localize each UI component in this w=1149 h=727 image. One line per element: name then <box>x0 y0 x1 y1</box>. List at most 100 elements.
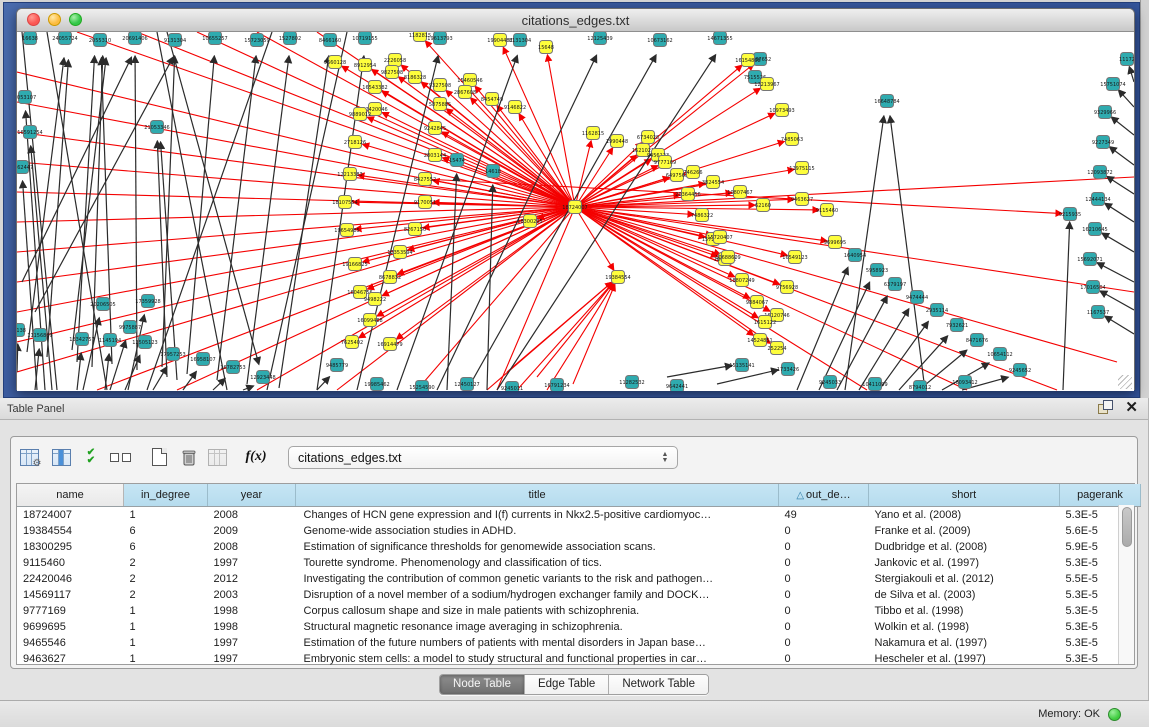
delete-columns-icon[interactable] <box>177 445 201 469</box>
row-display-icon[interactable] <box>108 445 132 469</box>
table-cell[interactable]: 22420046 <box>17 571 124 587</box>
table-cell[interactable]: 9115460 <box>17 555 124 571</box>
network-table-selector[interactable]: citations_edges.txt ▲▼ <box>288 446 678 469</box>
table-row[interactable]: 1872400712008Changes of HCN gene express… <box>17 507 1141 524</box>
table-cell[interactable]: 2 <box>124 587 208 603</box>
table-cell[interactable]: Estimation of the future numbers of pati… <box>296 635 779 651</box>
table-row[interactable]: 1456911722003Disruption of a novel membe… <box>17 587 1141 603</box>
table-cell[interactable]: 14569117 <box>17 587 124 603</box>
table-cell[interactable]: 0 <box>779 523 869 539</box>
table-cell[interactable]: Hescheler et al. (1997) <box>869 651 1060 667</box>
table-cell[interactable]: 0 <box>779 539 869 555</box>
table-cell[interactable]: 2003 <box>208 587 296 603</box>
table-row[interactable]: 1830029562008Estimation of significance … <box>17 539 1141 555</box>
table-cell[interactable]: 2008 <box>208 539 296 555</box>
table-cell[interactable]: 1997 <box>208 635 296 651</box>
table-cell[interactable]: Investigating the contribution of common… <box>296 571 779 587</box>
table-cell[interactable]: 9699695 <box>17 619 124 635</box>
table-cell[interactable]: 6 <box>124 523 208 539</box>
new-column-icon[interactable] <box>147 445 171 469</box>
table-cell[interactable]: Stergiakouli et al. (2012) <box>869 571 1060 587</box>
table-cell[interactable]: Structural magnetic resonance image aver… <box>296 619 779 635</box>
graph-nodes[interactable]: 1663824055724205531020691406913130410655… <box>17 32 1134 391</box>
table-cell[interactable]: Disruption of a novel member of a sodium… <box>296 587 779 603</box>
column-header-short[interactable]: short <box>869 484 1060 507</box>
table-cell[interactable]: de Silva et al. (2003) <box>869 587 1060 603</box>
table-cell[interactable]: 6 <box>124 539 208 555</box>
table-row[interactable]: 969969511998Structural magnetic resonanc… <box>17 619 1141 635</box>
table-cell[interactable]: Franke et al. (2009) <box>869 523 1060 539</box>
table-cell[interactable]: 19384554 <box>17 523 124 539</box>
table-cell[interactable]: 0 <box>779 555 869 571</box>
table-row[interactable]: 1938455462009Genome-wide association stu… <box>17 523 1141 539</box>
table-cell[interactable]: 1997 <box>208 651 296 667</box>
table-cell[interactable]: 49 <box>779 507 869 524</box>
column-header-name[interactable]: name <box>17 484 124 507</box>
window-resize-grip[interactable] <box>1118 375 1132 389</box>
table-scrollbar[interactable] <box>1118 505 1134 664</box>
table-cell[interactable]: 0 <box>779 651 869 667</box>
table-cell[interactable]: 1 <box>124 507 208 524</box>
table-cell[interactable]: 9463627 <box>17 651 124 667</box>
column-header-title[interactable]: title <box>296 484 779 507</box>
table-cell[interactable]: 9465546 <box>17 635 124 651</box>
table-cell[interactable]: 1997 <box>208 555 296 571</box>
network-graph[interactable]: 1663824055724205531020691406913130410655… <box>17 32 1134 391</box>
table-cell[interactable]: Tibbo et al. (1998) <box>869 603 1060 619</box>
close-panel-icon[interactable]: ✕ <box>1125 400 1138 415</box>
table-cell[interactable]: Nakamura et al. (1997) <box>869 635 1060 651</box>
table-cell[interactable]: 1998 <box>208 603 296 619</box>
tab-network-table[interactable]: Network Table <box>608 675 708 694</box>
table-row[interactable]: 977716911998Corpus callosum shape and si… <box>17 603 1141 619</box>
node-table[interactable]: namein_degreeyeartitle△out_de…shortpager… <box>16 483 1135 665</box>
table-cell[interactable]: 2 <box>124 571 208 587</box>
float-window-icon[interactable] <box>1098 400 1113 415</box>
table-cell[interactable]: 1 <box>124 635 208 651</box>
table-cell[interactable]: Tourette syndrome. Phenomenology and cla… <box>296 555 779 571</box>
network-window[interactable]: citations_edges.txt 16638240557242055310… <box>16 8 1135 390</box>
table-cell[interactable]: Jankovic et al. (1997) <box>869 555 1060 571</box>
column-checklist-icon[interactable]: ✔✔ <box>79 445 103 469</box>
table-cell[interactable]: 1 <box>124 651 208 667</box>
network-canvas[interactable]: 1663824055724205531020691406913130410655… <box>17 32 1134 391</box>
table-cell[interactable]: 0 <box>779 635 869 651</box>
zoom-window-icon[interactable] <box>69 13 82 26</box>
column-header-year[interactable]: year <box>208 484 296 507</box>
column-header-pagerank[interactable]: pagerank <box>1060 484 1141 507</box>
table-cell[interactable]: 0 <box>779 603 869 619</box>
table-cell[interactable]: Wolkin et al. (1998) <box>869 619 1060 635</box>
table-cell[interactable]: 2 <box>124 555 208 571</box>
column-header-in_degree[interactable]: in_degree <box>124 484 208 507</box>
table-cell[interactable]: Embryonic stem cells: a model to study s… <box>296 651 779 667</box>
table-mode-icon[interactable]: ⚙ <box>17 445 41 469</box>
table-cell[interactable]: Corpus callosum shape and size in male p… <box>296 603 779 619</box>
table-cell[interactable]: 0 <box>779 587 869 603</box>
table-cell[interactable]: Genome-wide association studies in ADHD. <box>296 523 779 539</box>
table-cell[interactable]: 2012 <box>208 571 296 587</box>
table-cell[interactable]: Estimation of significance thresholds fo… <box>296 539 779 555</box>
node-table-header[interactable]: namein_degreeyeartitle△out_de…shortpager… <box>17 484 1141 507</box>
table-scrollbar-thumb[interactable] <box>1122 507 1132 547</box>
table-cell[interactable]: 1 <box>124 619 208 635</box>
node-table-body[interactable]: 1872400712008Changes of HCN gene express… <box>17 507 1141 668</box>
table-cell[interactable]: 9777169 <box>17 603 124 619</box>
table-row[interactable]: 2242004622012Investigating the contribut… <box>17 571 1141 587</box>
node-table-grid[interactable]: namein_degreeyeartitle△out_de…shortpager… <box>17 484 1141 667</box>
show-columns-icon[interactable] <box>49 445 73 469</box>
table-cell[interactable]: Changes of HCN gene expression and I(f) … <box>296 507 779 524</box>
table-cell[interactable]: 0 <box>779 571 869 587</box>
table-cell[interactable]: 2009 <box>208 523 296 539</box>
table-cell[interactable]: 18724007 <box>17 507 124 524</box>
network-window-titlebar[interactable]: citations_edges.txt <box>17 9 1134 32</box>
close-window-icon[interactable] <box>27 13 40 26</box>
table-row[interactable]: 946362711997Embryonic stem cells: a mode… <box>17 651 1141 667</box>
table-row[interactable]: 946554611997Estimation of the future num… <box>17 635 1141 651</box>
table-cell[interactable]: 2008 <box>208 507 296 524</box>
table-row[interactable]: 911546021997Tourette syndrome. Phenomeno… <box>17 555 1141 571</box>
tab-node-table[interactable]: Node Table <box>440 675 524 694</box>
table-cell[interactable]: 1998 <box>208 619 296 635</box>
table-cell[interactable]: 18300295 <box>17 539 124 555</box>
column-header-out_de[interactable]: △out_de… <box>779 484 869 507</box>
tab-edge-table[interactable]: Edge Table <box>524 675 608 694</box>
delete-table-icon[interactable] <box>205 445 229 469</box>
